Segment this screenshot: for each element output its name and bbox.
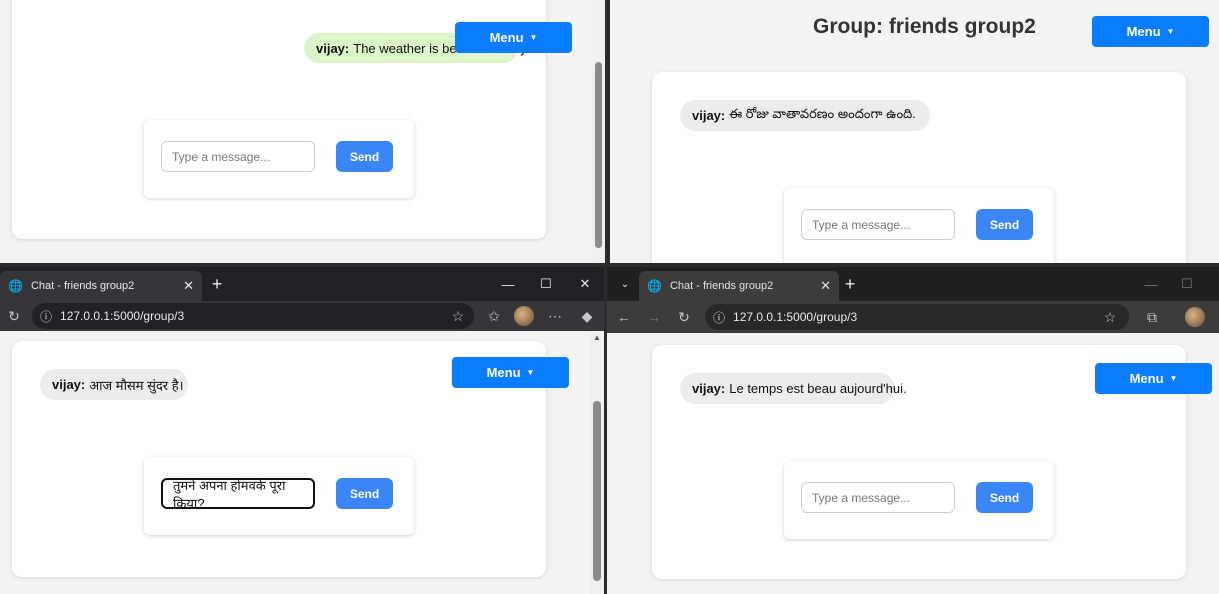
group-title: Group: friends group2: [813, 15, 1036, 38]
address-bar[interactable]: ⓘ 127.0.0.1:5000/group/3: [705, 304, 1129, 330]
star-icon[interactable]: ☆: [448, 305, 468, 327]
info-icon: ⓘ: [713, 310, 726, 325]
tab-strip: 🌐 Chat - friends group2 ✕ + — ☐ ✕: [0, 267, 604, 301]
extensions-icon[interactable]: ⧉: [1141, 306, 1163, 328]
input-value: तुमने अपना होमवर्क पूरा किया?: [173, 477, 286, 511]
tab-title: Chat - friends group2: [669, 280, 774, 292]
maximize-icon[interactable]: ☐: [1175, 273, 1199, 295]
message-composer: तुमने अपना होमवर्क पूरा किया? Send: [144, 457, 414, 535]
send-label: Send: [349, 149, 380, 164]
message-bubble: vijay: आज मौसम सुंदर है।: [40, 369, 188, 400]
minimize-icon[interactable]: —: [1139, 273, 1163, 295]
browser-toolbar: ↻ ⓘ 127.0.0.1:5000/group/3 ☆ ✩ ⋯ ◆: [0, 301, 604, 331]
menu-button[interactable]: Menu ▼: [452, 357, 569, 388]
caret-down-icon: ▼: [1166, 27, 1175, 36]
menu-label: Menu: [486, 365, 521, 380]
message-input[interactable]: Type a message...: [161, 141, 315, 172]
message-sender: vijay:: [316, 40, 350, 56]
tab-search-icon[interactable]: ⌄: [615, 273, 635, 295]
more-options-icon[interactable]: ⋯: [545, 305, 565, 327]
message-composer: Type a message... Send: [784, 461, 1054, 539]
bottom-right-pane: vijay: Le temps est beau aujourd'hui. Men…: [607, 333, 1219, 594]
caret-down-icon: ▼: [526, 368, 535, 377]
message-sender: vijay:: [692, 381, 726, 396]
close-tab-icon[interactable]: ✕: [183, 278, 194, 294]
message-composer: Type a message... Send: [144, 120, 414, 198]
message-input[interactable]: तुमने अपना होमवर्क पूरा किया?: [161, 477, 315, 511]
send-label: Send: [989, 490, 1020, 505]
reload-icon[interactable]: ↻: [673, 306, 695, 328]
input-placeholder: Type a message...: [812, 490, 911, 505]
menu-label: Menu: [1126, 24, 1161, 39]
message-text: आज मौसम सुंदर है।: [89, 377, 184, 393]
message-bubble: vijay: Le temps est beau aujourd'hui.: [680, 373, 907, 404]
star-icon[interactable]: ☆: [1099, 306, 1121, 328]
favorites-icon[interactable]: ✩: [484, 305, 504, 327]
send-button[interactable]: Send: [976, 482, 1033, 513]
reload-icon[interactable]: ↻: [4, 305, 24, 327]
minimize-icon[interactable]: —: [496, 273, 520, 295]
input-placeholder: Type a message...: [172, 149, 271, 164]
url-text: 127.0.0.1:5000/group/3: [60, 309, 185, 323]
globe-icon: 🌐: [8, 279, 23, 293]
message-input[interactable]: Type a message...: [801, 209, 955, 240]
new-tab-icon[interactable]: +: [839, 273, 861, 295]
browser-tab[interactable]: 🌐 Chat - friends group2 ✕: [0, 271, 202, 301]
tab-strip: ⌄ 🌐 Chat - friends group2 ✕ + — ☐: [607, 267, 1219, 301]
bottom-left-pane: vijay: आज मौसम सुंदर है। Menu ▼ तुमने अपना…: [0, 331, 590, 594]
scroll-up-icon[interactable]: ▲: [590, 331, 604, 343]
message-sender: vijay:: [692, 108, 726, 123]
scrollbar-thumb[interactable]: [595, 62, 602, 248]
globe-icon: 🌐: [647, 279, 662, 293]
window-divider: [605, 0, 610, 263]
browser-toolbar: ← → ↻ ⓘ 127.0.0.1:5000/group/3 ☆ ⧉: [607, 301, 1219, 333]
menu-button[interactable]: Menu ▼: [455, 22, 572, 53]
profile-avatar[interactable]: [514, 306, 534, 326]
close-tab-icon[interactable]: ✕: [820, 278, 831, 294]
forward-icon[interactable]: →: [643, 306, 665, 328]
scrollbar-track[interactable]: [592, 0, 605, 263]
back-icon[interactable]: ←: [613, 306, 635, 328]
copilot-icon[interactable]: ◆: [577, 305, 597, 327]
tab-title: Chat - friends group2: [30, 280, 135, 292]
new-tab-icon[interactable]: +: [206, 273, 228, 295]
scrollbar-track[interactable]: ▲: [590, 331, 604, 594]
send-button[interactable]: Send: [976, 209, 1033, 240]
caret-down-icon: ▼: [529, 33, 538, 42]
send-label: Send: [989, 217, 1020, 232]
menu-label: Menu: [489, 30, 524, 45]
caret-down-icon: ▼: [1169, 374, 1178, 383]
top-left-pane: vijay: The weather is beautiful today. Me…: [0, 0, 592, 263]
menu-button[interactable]: Menu ▼: [1092, 16, 1209, 47]
message-composer: Type a message... Send: [784, 188, 1054, 263]
browser-tab[interactable]: 🌐 Chat - friends group2 ✕: [639, 271, 839, 301]
send-button[interactable]: Send: [336, 478, 393, 509]
message-text: ఈ రోజు వాతావరణం అందంగా ఉంది.: [729, 106, 916, 121]
send-label: Send: [349, 486, 380, 501]
top-right-pane: Group: friends group2 Menu ▼ vijay: ఈ రోజు…: [610, 0, 1219, 263]
message-bubble: vijay: ఈ రోజు వాతావరణం అందంగా ఉంది.: [680, 100, 930, 131]
profile-avatar[interactable]: [1185, 307, 1205, 327]
message-input[interactable]: Type a message...: [801, 482, 955, 513]
address-bar[interactable]: ⓘ 127.0.0.1:5000/group/3: [32, 303, 474, 329]
input-placeholder: Type a message...: [812, 217, 911, 232]
info-icon: ⓘ: [40, 309, 53, 324]
close-window-icon[interactable]: ✕: [573, 273, 597, 295]
maximize-icon[interactable]: ☐: [534, 273, 558, 295]
menu-button[interactable]: Menu ▼: [1095, 363, 1212, 394]
menu-label: Menu: [1129, 371, 1164, 386]
message-text: Le temps est beau aujourd'hui.: [729, 381, 907, 396]
send-button[interactable]: Send: [336, 141, 393, 172]
url-text: 127.0.0.1:5000/group/3: [733, 310, 858, 324]
message-sender: vijay:: [52, 377, 86, 392]
scrollbar-thumb[interactable]: [593, 401, 601, 581]
